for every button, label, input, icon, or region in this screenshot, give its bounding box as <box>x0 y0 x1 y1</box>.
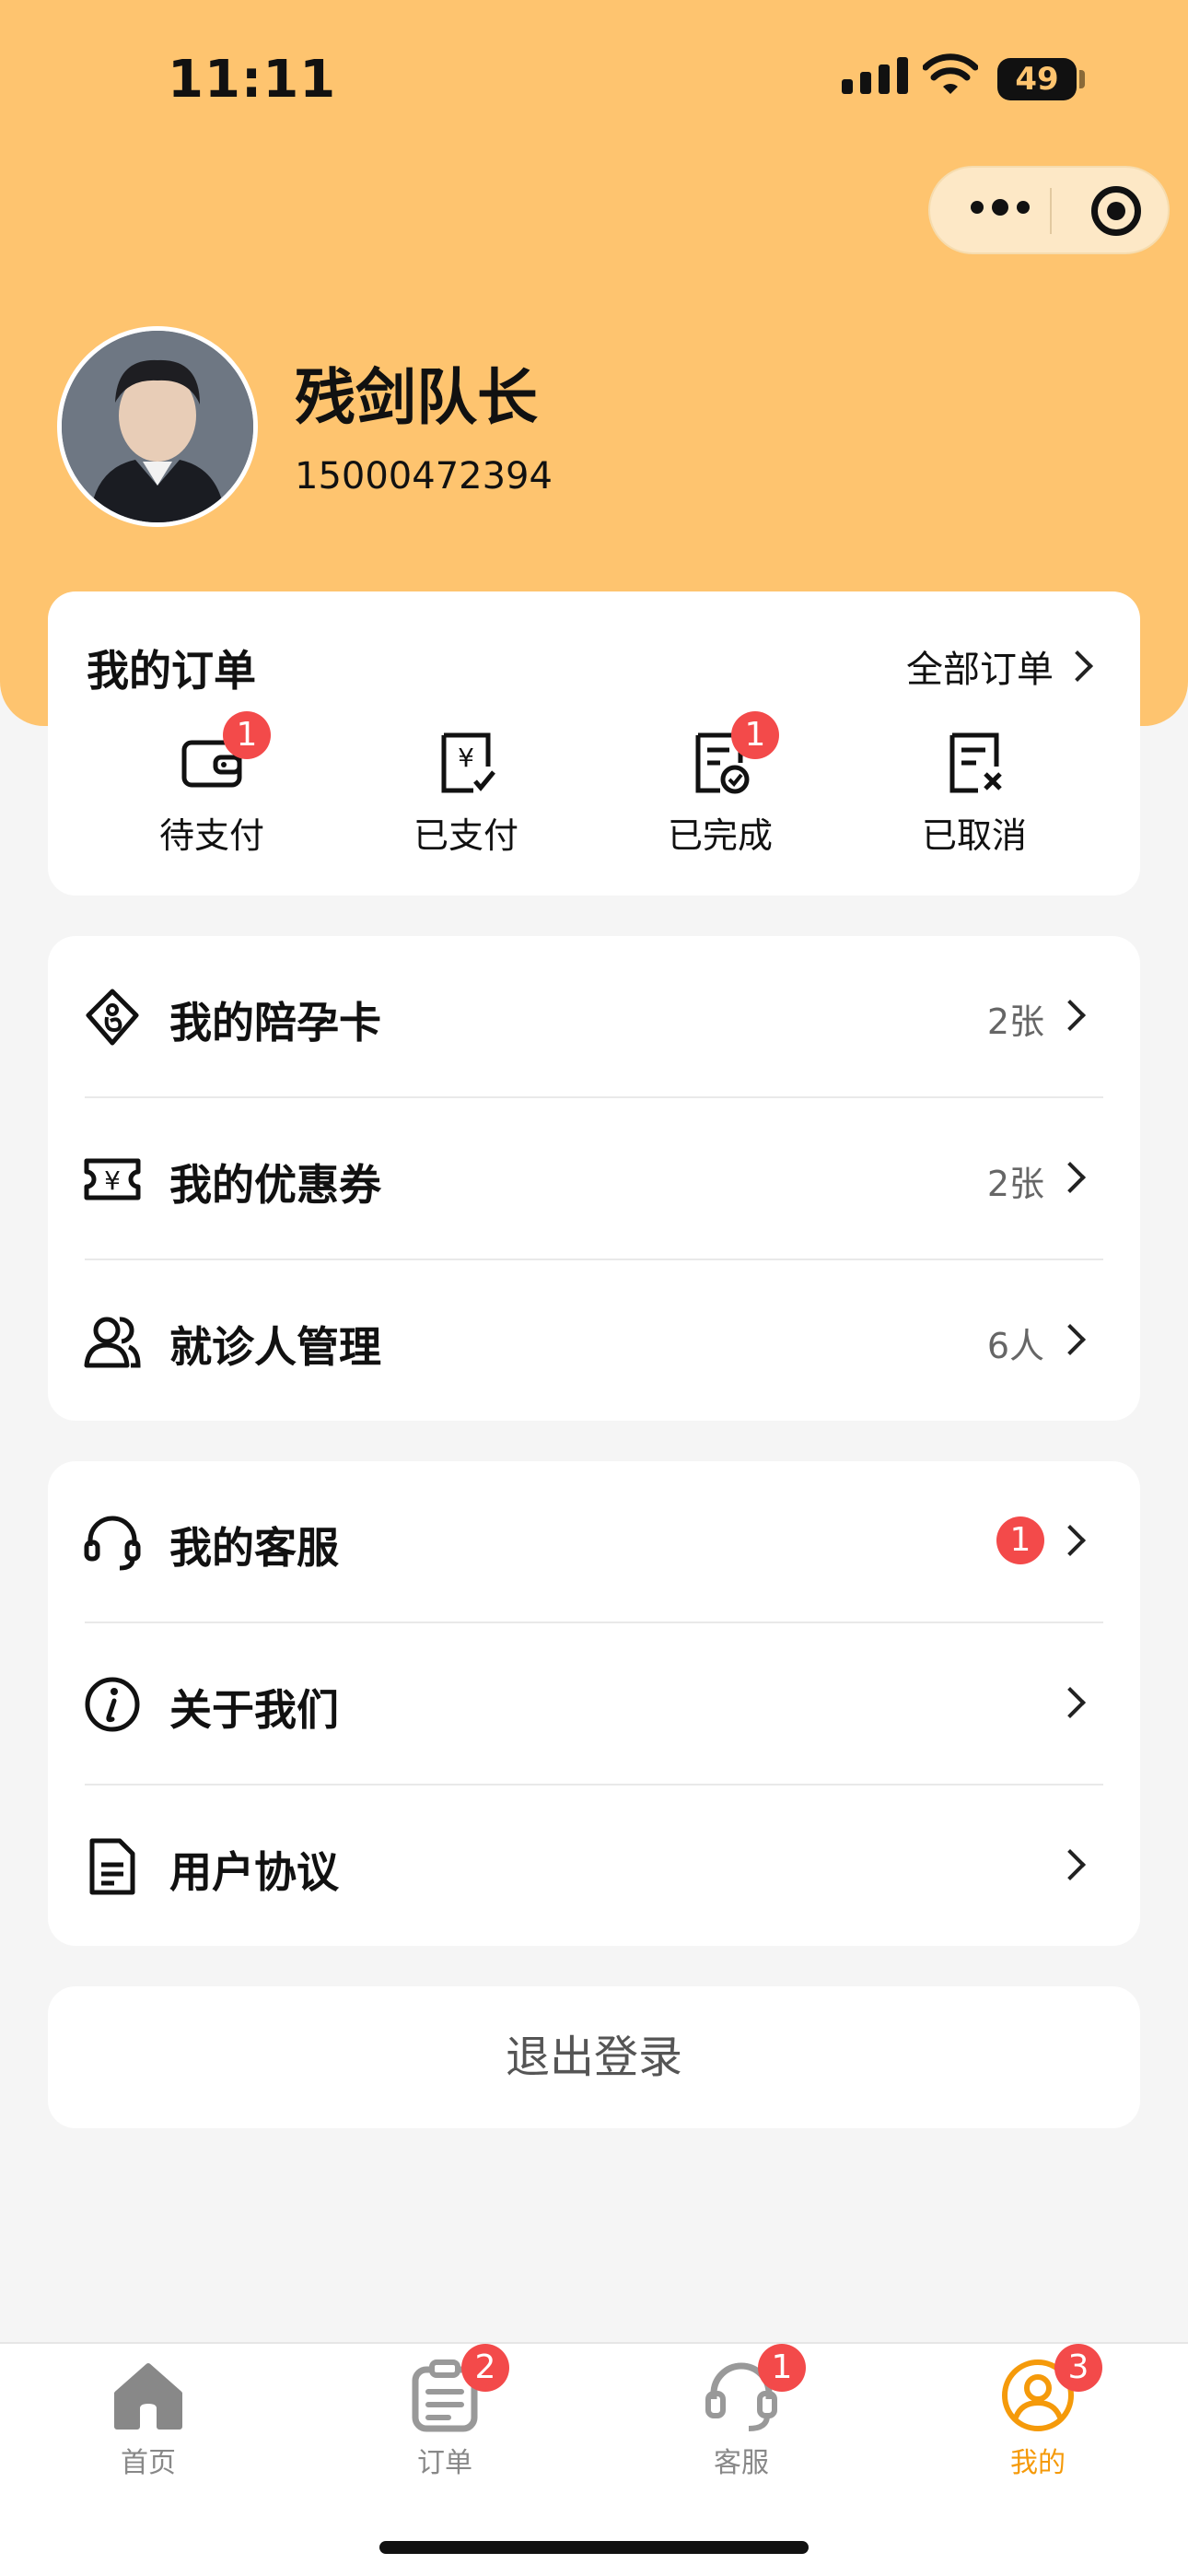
user-phone: 15000472394 <box>295 455 553 498</box>
user-name: 残剑队长 <box>295 362 538 433</box>
tab-label: 首页 <box>121 2447 176 2479</box>
svg-text:¥: ¥ <box>104 1165 121 1196</box>
battery-indicator: 49 <box>997 58 1077 100</box>
menu-item-user-agreement[interactable]: 用户协议 <box>48 1786 1140 1948</box>
menu-item-value: 2张 <box>986 1001 1044 1042</box>
order-paid[interactable]: ¥ 已支付 <box>383 730 549 858</box>
tab-label: 我的 <box>1010 2447 1066 2479</box>
logout-button[interactable]: 退出登录 <box>48 1986 1140 2128</box>
menu-item-coupons[interactable]: ¥ 我的优惠券 2张 <box>48 1098 1140 1260</box>
tab-orders-badge: 2 <box>461 2344 509 2392</box>
pregnancy-card-icon <box>86 989 139 1046</box>
assets-menu-card: 我的陪孕卡 2张 ¥ 我的优惠券 2张 就诊人管理 6人 <box>48 936 1140 1421</box>
wifi-icon <box>923 53 978 94</box>
tab-label: 客服 <box>714 2447 769 2479</box>
chevron-right-icon <box>1054 1000 1086 1031</box>
home-indicator <box>379 2541 809 2554</box>
order-cancelled-label: 已取消 <box>921 815 1027 856</box>
menu-item-pregnancy-card[interactable]: 我的陪孕卡 2张 <box>48 936 1140 1098</box>
cellular-signal-icon <box>842 57 908 94</box>
customer-service-badge: 1 <box>996 1516 1044 1564</box>
tab-home[interactable]: 首页 <box>0 2344 297 2480</box>
order-cancelled[interactable]: 已取消 <box>891 730 1057 858</box>
chevron-right-icon <box>1054 1162 1086 1193</box>
tab-customer-service[interactable]: 1 客服 <box>593 2344 890 2480</box>
menu-item-value: 6人 <box>986 1326 1044 1366</box>
order-completed-label: 已完成 <box>667 815 773 856</box>
battery-cap <box>1079 70 1085 88</box>
order-completed-badge: 1 <box>731 711 779 759</box>
tab-orders[interactable]: 2 订单 <box>297 2344 593 2480</box>
cancelled-receipt-icon <box>949 732 1002 793</box>
tab-mine-badge: 3 <box>1054 2344 1102 2392</box>
menu-item-label: 我的客服 <box>169 1523 339 1573</box>
menu-item-patients[interactable]: 就诊人管理 6人 <box>48 1260 1140 1423</box>
users-icon <box>84 1317 141 1368</box>
close-target-icon[interactable] <box>1091 186 1141 236</box>
tab-service-badge: 1 <box>758 2344 806 2392</box>
menu-item-customer-service[interactable]: 我的客服 1 <box>48 1461 1140 1623</box>
menu-item-label: 就诊人管理 <box>169 1322 381 1372</box>
chevron-right-icon <box>1062 650 1093 682</box>
menu-item-label: 我的陪孕卡 <box>169 998 381 1048</box>
tab-mine[interactable]: 3 我的 <box>890 2344 1186 2480</box>
home-icon <box>114 2363 182 2430</box>
avatar-person-icon <box>62 331 253 522</box>
tab-label: 订单 <box>417 2447 472 2479</box>
coupon-icon: ¥ <box>84 1158 141 1200</box>
svg-text:¥: ¥ <box>458 743 474 773</box>
chevron-right-icon <box>1054 1324 1086 1355</box>
capsule-divider <box>1050 188 1052 234</box>
support-menu-card: 我的客服 1 关于我们 用户协议 <box>48 1461 1140 1946</box>
menu-item-label: 用户协议 <box>169 1847 339 1897</box>
order-paid-label: 已支付 <box>413 815 518 856</box>
all-orders-link[interactable]: 全部订单 <box>906 639 1093 693</box>
order-pending-badge: 1 <box>223 711 271 759</box>
orders-title: 我的订单 <box>87 646 256 696</box>
paid-receipt-icon: ¥ <box>441 732 495 793</box>
chevron-right-icon <box>1054 1849 1086 1880</box>
info-icon <box>85 1677 140 1732</box>
capsule-menu <box>928 166 1170 254</box>
chevron-right-icon <box>1054 1687 1086 1718</box>
order-pending-label: 待支付 <box>158 815 264 856</box>
more-icon[interactable] <box>971 199 1030 216</box>
chevron-right-icon <box>1054 1525 1086 1556</box>
status-time: 11:11 <box>168 50 337 110</box>
avatar[interactable] <box>57 326 258 527</box>
menu-item-label: 我的优惠券 <box>169 1160 381 1210</box>
order-pending-payment[interactable]: 1 待支付 <box>129 711 295 858</box>
menu-item-label: 关于我们 <box>169 1685 339 1735</box>
document-icon <box>89 1838 135 1895</box>
menu-item-value: 2张 <box>986 1164 1044 1204</box>
all-orders-label: 全部订单 <box>906 649 1054 691</box>
my-orders-card: 我的订单 全部订单 1 待支付 ¥ 已支付 1 已完成 已取消 <box>48 591 1140 896</box>
menu-item-about-us[interactable]: 关于我们 <box>48 1623 1140 1786</box>
headset-icon <box>84 1516 141 1571</box>
order-completed[interactable]: 1 已完成 <box>637 711 803 858</box>
